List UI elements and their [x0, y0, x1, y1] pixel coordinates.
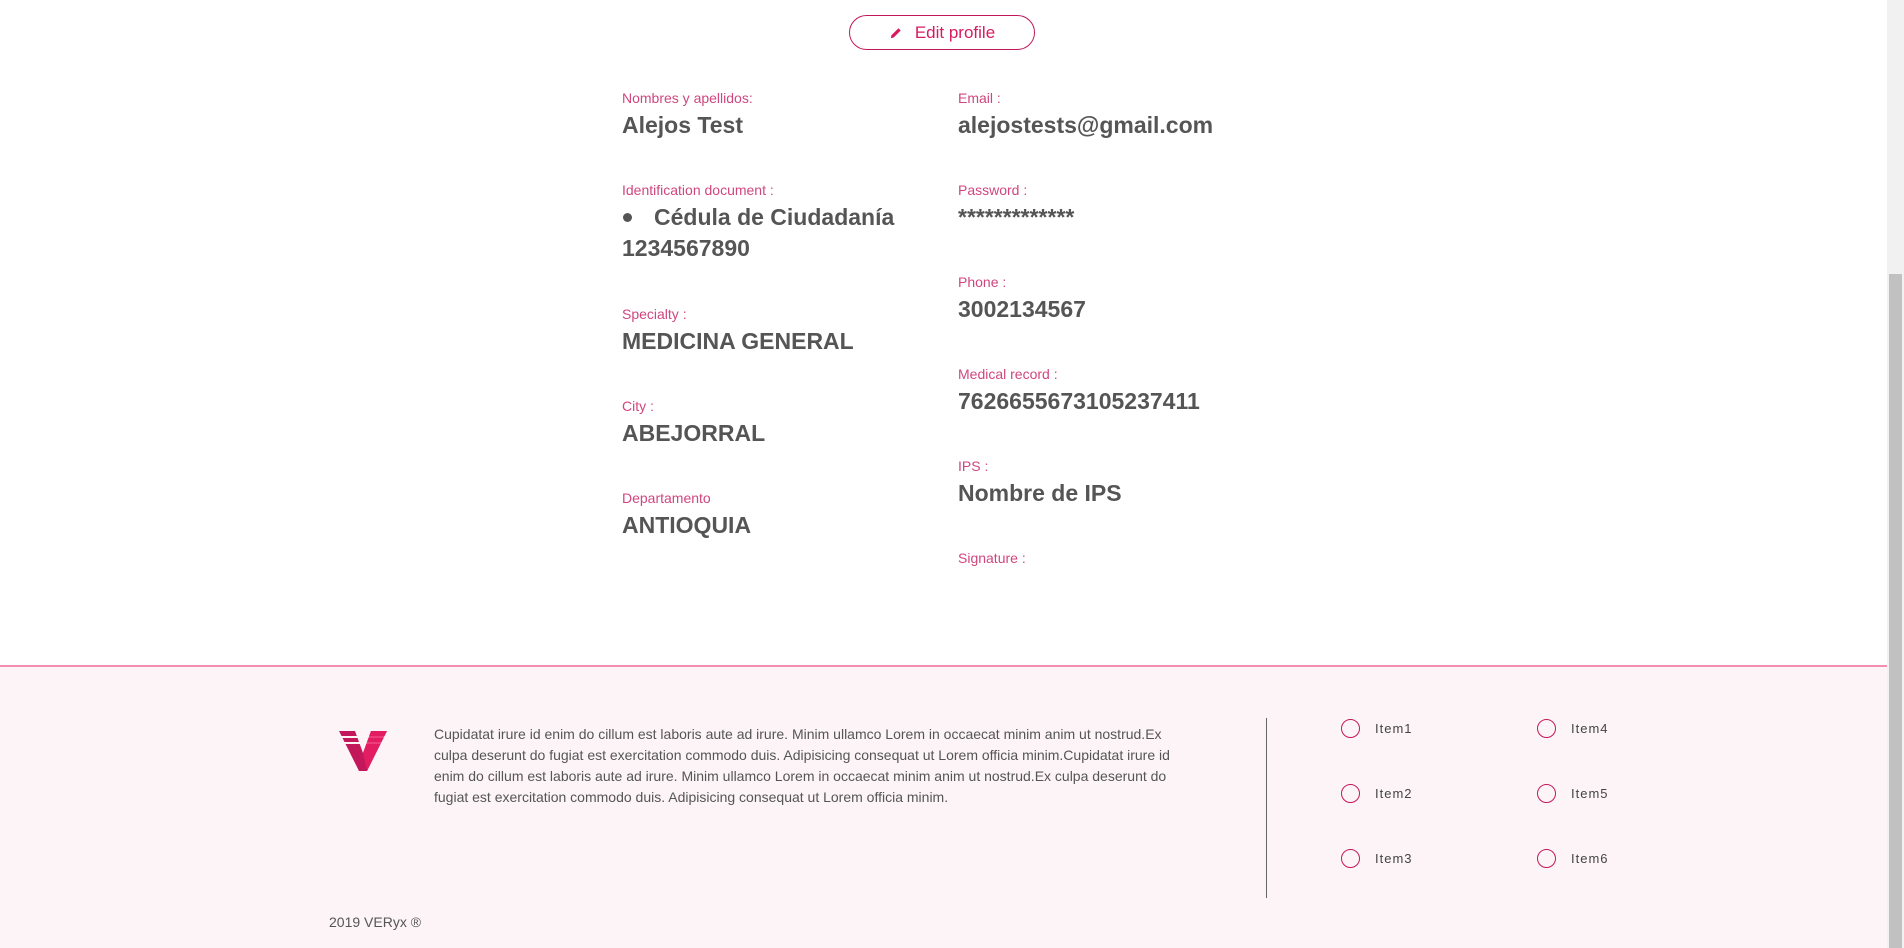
document-number-value: 1234567890	[622, 235, 750, 261]
scrollbar-track[interactable]	[1887, 0, 1904, 948]
field-full-name: Nombres y apellidos: Alejos Test	[622, 90, 753, 139]
field-phone: Phone : 3002134567	[958, 274, 1086, 323]
radio-icon[interactable]	[1341, 849, 1360, 868]
email-value: alejostests@gmail.com	[958, 112, 1214, 138]
footer: Cupidatat irure id enim do cillum est la…	[0, 665, 1887, 948]
specialty-label: Specialty :	[622, 306, 687, 322]
field-specialty: Specialty : MEDICINA GENERAL	[622, 306, 854, 355]
ips-value: Nombre de IPS	[958, 480, 1122, 506]
pencil-icon	[890, 27, 901, 38]
field-medical-record: Medical record : 762665567310523741​1	[958, 366, 1200, 415]
field-department: Departamento ANTIOQUIA	[622, 490, 751, 539]
identification-label: Identification document :	[622, 182, 774, 198]
signature-label: Signature :	[958, 550, 1026, 566]
bullet-dot	[623, 213, 632, 222]
footer-item-4[interactable]: Item4	[1537, 719, 1609, 738]
radio-icon[interactable]	[1537, 849, 1556, 868]
phone-value: 3002134567	[958, 296, 1086, 322]
footer-item-label: Item4	[1571, 721, 1609, 736]
document-type-value: Cédula de Ciudadanía	[654, 204, 895, 230]
footer-item-label: Item3	[1375, 851, 1413, 866]
veryx-logo	[339, 731, 387, 771]
footer-item-2[interactable]: Item2	[1341, 784, 1413, 803]
password-label: Password :	[958, 182, 1028, 198]
footer-description: Cupidatat irure id enim do cillum est la…	[434, 726, 1170, 805]
radio-icon[interactable]	[1537, 784, 1556, 803]
email-label: Email :	[958, 90, 1001, 106]
footer-item-label: Item5	[1571, 786, 1609, 801]
phone-label: Phone :	[958, 274, 1007, 290]
ips-label: IPS :	[958, 458, 989, 474]
footer-item-5[interactable]: Item5	[1537, 784, 1609, 803]
field-email: Email : alejostests@gmail.com	[958, 90, 1213, 139]
field-ips: IPS : Nombre de IPS	[958, 458, 1122, 507]
copyright-text: 2019 VERyx ®	[329, 914, 422, 930]
footer-item-1[interactable]: Item1	[1341, 719, 1413, 738]
document-type: Cédula de Ciudadanía	[622, 204, 894, 231]
footer-item-3[interactable]: Item3	[1341, 849, 1413, 868]
footer-item-label: Item2	[1375, 786, 1413, 801]
footer-item-6[interactable]: Item6	[1537, 849, 1609, 868]
specialty-value: MEDICINA GENERAL	[622, 328, 854, 354]
scrollbar-thumb[interactable]	[1889, 274, 1902, 948]
full-name-label: Nombres y apellidos:	[622, 90, 753, 106]
field-signature: Signature :	[958, 550, 1026, 566]
footer-item-label: Item6	[1571, 851, 1609, 866]
city-value: ABEJORRAL	[622, 420, 766, 446]
footer-item-label: Item1	[1375, 721, 1413, 736]
department-value: ANTIOQUIA	[622, 512, 752, 538]
radio-icon[interactable]	[1341, 784, 1360, 803]
radio-icon[interactable]	[1341, 719, 1360, 738]
field-city: City : ABEJORRAL	[622, 398, 765, 447]
medical-record-value: 762665567310523741​1	[958, 388, 1200, 414]
footer-divider	[1266, 718, 1267, 898]
password-value: *************	[958, 204, 1075, 230]
medical-record-label: Medical record :	[958, 366, 1058, 382]
field-password: Password : *************	[958, 182, 1074, 231]
city-label: City :	[622, 398, 654, 414]
edit-profile-button[interactable]: Edit profile	[849, 15, 1035, 50]
full-name-value: Alejos Test	[622, 112, 743, 138]
field-identification: Identification document : Cédula de Ciud…	[622, 182, 894, 262]
radio-icon[interactable]	[1537, 719, 1556, 738]
edit-profile-label: Edit profile	[914, 22, 996, 42]
department-label: Departamento	[622, 490, 711, 506]
